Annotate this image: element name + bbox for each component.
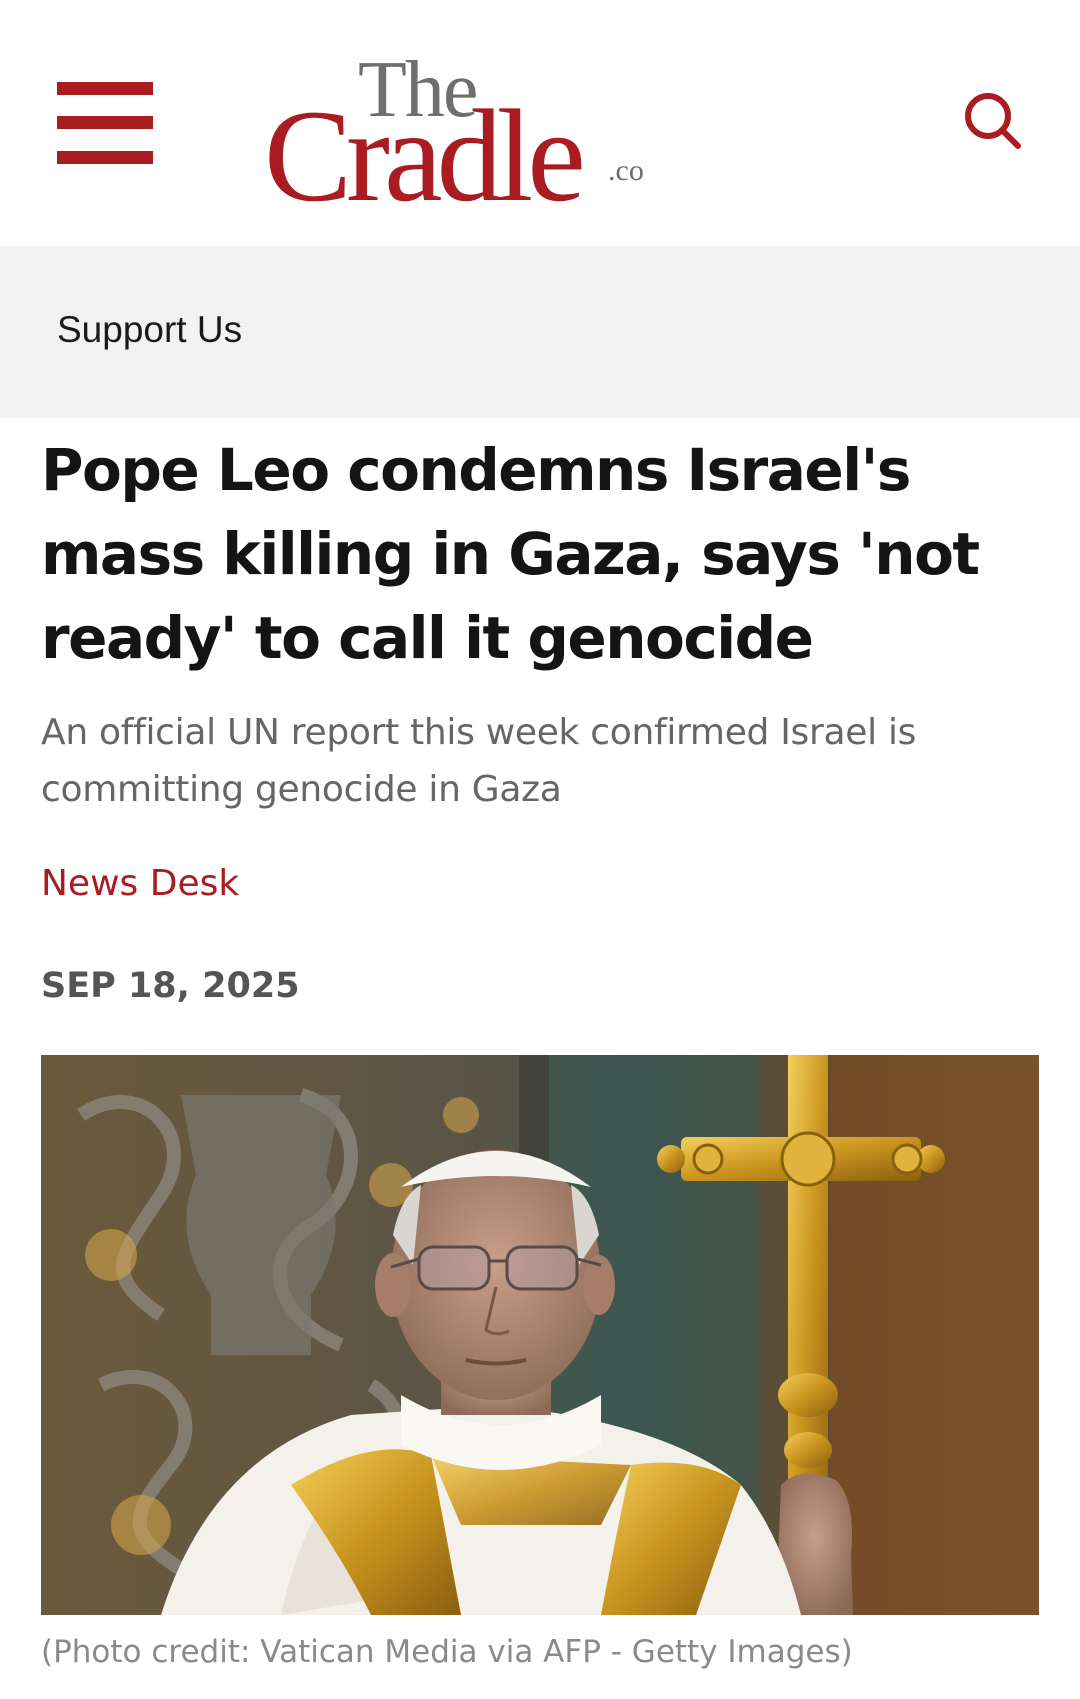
article-subhead: An official UN report this week confirme… — [41, 712, 917, 810]
publish-date: SEP 18, 2025 — [41, 966, 300, 1006]
article-headline: Pope Leo condemns Israel's mass killing … — [41, 436, 980, 672]
search-icon[interactable] — [962, 90, 1024, 152]
logo-cradle-text: Cradle — [264, 82, 586, 229]
site-header: The Cradle .co — [0, 0, 1080, 246]
menu-bar — [57, 151, 153, 164]
photo-caption: (Photo credit: Vatican Media via AFP - G… — [41, 1634, 853, 1670]
support-us-link[interactable]: Support Us — [57, 308, 242, 352]
author-link[interactable]: News Desk — [41, 862, 239, 906]
hamburger-menu-icon[interactable] — [57, 82, 153, 164]
menu-bar — [57, 116, 153, 129]
support-bar: Support Us — [0, 246, 1080, 418]
article-photo — [41, 1055, 1039, 1615]
menu-bar — [57, 82, 153, 95]
logo-tld-text: .co — [608, 154, 644, 187]
site-logo[interactable]: The Cradle .co — [264, 50, 664, 222]
